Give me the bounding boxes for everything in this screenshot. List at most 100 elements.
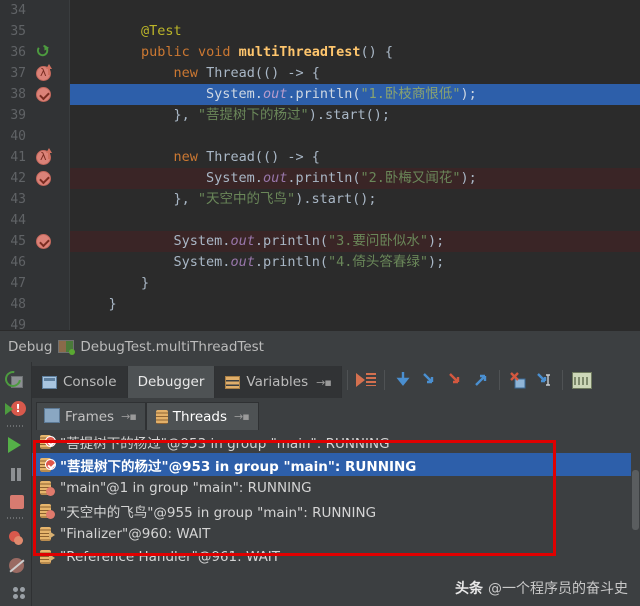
code-token: }, [76,191,198,207]
threads-icon [155,409,168,424]
breakpoint-lambda-icon[interactable] [34,63,56,84]
subtab-frames[interactable]: Frames →▪ [36,402,146,430]
pin-arrow-icon[interactable]: →▪ [316,376,332,389]
editor-gutter[interactable]: 34353637383940414243444546474849 [0,0,70,333]
threads-scrollbar[interactable] [631,430,640,606]
code-token: } [76,275,150,291]
pin-arrow-icon[interactable]: →▪ [121,410,137,423]
evaluate-expression-button[interactable] [568,367,594,393]
code-line[interactable]: System.out.println("3.要问卧似水"); [70,231,640,252]
thread-list-item[interactable]: "main"@1 in group "main": RUNNING [32,476,640,499]
force-step-into-icon [446,371,464,389]
code-line[interactable]: new Thread(() -> { [70,147,640,168]
mute-breakpoints-button[interactable] [2,551,30,577]
thread-list-item[interactable]: "菩提树下的杨过"@953 in group "main": RUNNING [32,430,640,453]
rail-separator [6,423,25,428]
gutter-row[interactable]: 47 [0,273,69,294]
step-into-button[interactable] [416,367,442,393]
rerun-button[interactable] [2,366,30,392]
code-line[interactable] [70,210,640,231]
gutter-row[interactable]: 41 [0,147,69,168]
stop-button[interactable] [2,487,30,513]
code-token: public [141,44,190,60]
debugger-sub-tab-bar[interactable]: Frames →▪ Threads →▪ [32,398,640,430]
tab-variables[interactable]: Variables →▪ [215,366,342,398]
gutter-row[interactable]: 37 [0,63,69,84]
step-over-button[interactable] [390,367,416,393]
debug-tab-bar[interactable]: Console Debugger Variables →▪ [32,362,640,398]
debug-tool-window-header: Debug DebugTest.multiThreadTest [0,330,640,362]
settings-button[interactable] [2,580,30,606]
gutter-empty [34,252,56,273]
resume-program-button[interactable] [2,430,30,456]
code-editor[interactable]: 34353637383940414243444546474849 @Test p… [0,0,640,333]
gutter-row[interactable]: 46 [0,252,69,273]
line-number: 47 [10,276,26,291]
code-token: "2.卧梅又闻花" [360,170,461,186]
code-line[interactable]: }, "天空中的飞鸟").start(); [70,189,640,210]
gutter-row[interactable]: 45 [0,231,69,252]
resume-program-button[interactable] [353,367,379,393]
toolbar-separator [346,370,348,390]
code-token: new [173,65,198,81]
tab-debugger[interactable]: Debugger [127,366,216,398]
view-breakpoints-button[interactable] [2,523,30,549]
code-line[interactable] [70,126,640,147]
play-triangle-icon [4,403,13,416]
gutter-row[interactable]: 43 [0,189,69,210]
breakpoint-lambda-icon[interactable] [34,147,56,168]
gutter-row[interactable]: 44 [0,210,69,231]
drop-frame-button[interactable] [505,367,531,393]
step-out-button[interactable] [468,367,494,393]
pause-program-button[interactable] [2,459,30,485]
gutter-row[interactable]: 48 [0,294,69,315]
thread-list-item[interactable]: "Reference Handler"@961: WAIT [32,545,640,568]
line-number: 40 [10,129,26,144]
breakpoint-valid-icon[interactable] [34,168,56,189]
code-line[interactable]: System.out.println("4.倚头答春绿"); [70,252,640,273]
gutter-row[interactable]: 34 [0,0,69,21]
code-line[interactable]: System.out.println("1.卧枝商恨低"); [70,84,640,105]
force-step-into-button[interactable] [442,367,468,393]
code-line[interactable]: } [70,273,640,294]
tab-console[interactable]: Console [32,366,128,398]
toolbar-separator [383,370,385,390]
gutter-row[interactable]: 39 [0,105,69,126]
code-line[interactable]: }, "菩提树下的杨过").start(); [70,105,640,126]
thread-list-item[interactable]: "菩提树下的杨过"@953 in group "main": RUNNING [32,453,640,476]
code-line[interactable]: System.out.println("2.卧梅又闻花"); [70,168,640,189]
pin-arrow-icon[interactable]: →▪ [234,410,250,423]
gutter-row[interactable]: 38 [0,84,69,105]
mute-breakpoints-alert-button[interactable] [2,394,30,420]
thread-label: "菩提树下的杨过"@953 in group "main": RUNNING [60,458,417,475]
thread-list-item[interactable]: "天空中的飞鸟"@955 in group "main": RUNNING [32,499,640,522]
gutter-row[interactable]: 36 [0,42,69,63]
scrollbar-thumb[interactable] [632,470,639,530]
debug-action-rail[interactable] [0,362,32,606]
code-line[interactable]: @Test [70,21,640,42]
subtab-threads[interactable]: Threads →▪ [145,402,259,430]
run-to-cursor-button[interactable] [531,367,557,393]
thread-list-item[interactable]: "Finalizer"@960: WAIT [32,522,640,545]
code-line[interactable] [70,315,640,330]
code-line[interactable]: } [70,294,640,315]
gutter-row[interactable]: 42 [0,168,69,189]
code-token: out [262,170,288,186]
gutter-row[interactable]: 35 [0,21,69,42]
tab-label: Console [63,374,117,390]
editor-code-area[interactable]: @Test public void multiThreadTest() { ne… [70,0,640,330]
code-line[interactable]: public void multiThreadTest() { [70,42,640,63]
code-line[interactable] [70,0,640,21]
code-line[interactable]: new Thread(() -> { [70,63,640,84]
gutter-row[interactable]: 40 [0,126,69,147]
breakpoint-valid-icon[interactable] [34,84,56,105]
run-icon[interactable] [34,42,56,63]
code-token: System. [76,254,231,270]
thread-label: "Reference Handler"@961: WAIT [60,548,281,565]
code-token: ); [428,233,445,249]
breakpoint-valid-icon[interactable] [34,231,56,252]
code-token: System. [76,86,263,102]
toolbar-separator [498,370,500,390]
